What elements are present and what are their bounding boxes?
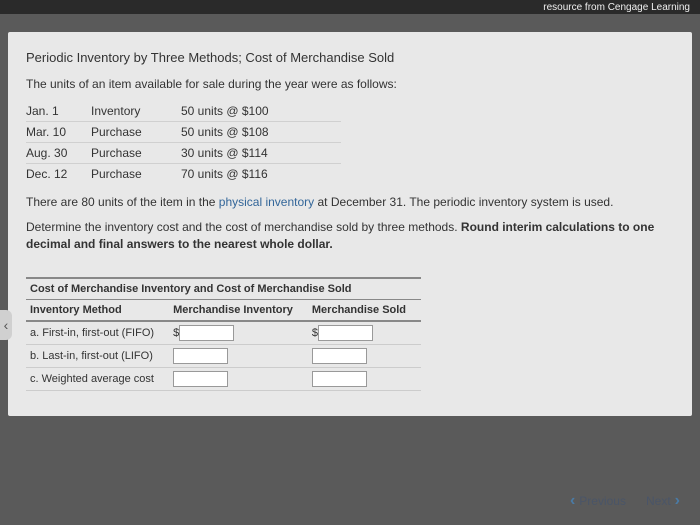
col-header-inventory: Merchandise Inventory — [169, 300, 308, 322]
cell-type: Purchase — [91, 143, 181, 164]
cell-detail: 50 units @ $108 — [181, 122, 341, 143]
cell-type: Purchase — [91, 164, 181, 185]
answer-table: Cost of Merchandise Inventory and Cost o… — [26, 277, 421, 391]
method-lifo: b. Last-in, first-out (LIFO) — [26, 345, 169, 368]
cell-date: Jan. 1 — [26, 101, 91, 122]
cell-type: Inventory — [91, 101, 181, 122]
page-title: Periodic Inventory by Three Methods; Cos… — [26, 50, 674, 65]
cell-detail: 30 units @ $114 — [181, 143, 341, 164]
cell-detail: 50 units @ $100 — [181, 101, 341, 122]
chevron-right-icon: › — [675, 492, 680, 510]
cell-detail: 70 units @ $116 — [181, 164, 341, 185]
cell-date: Dec. 12 — [26, 164, 91, 185]
weighted-inventory-input[interactable] — [173, 371, 228, 387]
method-weighted: c. Weighted average cost — [26, 368, 169, 391]
table-row: Dec. 12 Purchase 70 units @ $116 — [26, 164, 341, 185]
top-bar: resource from Cengage Learning — [0, 0, 700, 14]
chevron-left-icon: ‹ — [4, 317, 9, 333]
table-row: a. First-in, first-out (FIFO) $ $ — [26, 321, 421, 345]
table-row: Jan. 1 Inventory 50 units @ $100 — [26, 101, 341, 122]
bottom-nav: ‹ Previous Next › — [570, 492, 680, 510]
physical-inventory-link[interactable]: physical inventory — [219, 195, 314, 209]
cell-type: Purchase — [91, 122, 181, 143]
description-1: There are 80 units of the item in the ph… — [26, 194, 674, 211]
lifo-sold-input[interactable] — [312, 348, 367, 364]
description-2: Determine the inventory cost and the cos… — [26, 219, 674, 253]
expand-tab[interactable]: ‹ — [0, 310, 12, 340]
method-fifo: a. First-in, first-out (FIFO) — [26, 321, 169, 345]
lifo-inventory-input[interactable] — [173, 348, 228, 364]
table-row: b. Last-in, first-out (LIFO) — [26, 345, 421, 368]
table-row: Mar. 10 Purchase 50 units @ $108 — [26, 122, 341, 143]
answer-section: Cost of Merchandise Inventory and Cost o… — [26, 277, 674, 391]
inventory-data-table: Jan. 1 Inventory 50 units @ $100 Mar. 10… — [26, 101, 341, 184]
col-header-sold: Merchandise Sold — [308, 300, 421, 322]
chevron-left-icon: ‹ — [570, 492, 575, 510]
top-bar-text: resource from Cengage Learning — [543, 2, 690, 13]
intro-text: The units of an item available for sale … — [26, 77, 674, 91]
weighted-sold-input[interactable] — [312, 371, 367, 387]
cell-date: Mar. 10 — [26, 122, 91, 143]
section-header: Cost of Merchandise Inventory and Cost o… — [26, 278, 421, 300]
content-panel: Periodic Inventory by Three Methods; Cos… — [8, 32, 692, 416]
next-label: Next — [646, 494, 671, 508]
previous-button[interactable]: ‹ Previous — [570, 492, 626, 510]
next-button[interactable]: Next › — [646, 492, 680, 510]
col-header-method: Inventory Method — [26, 300, 169, 322]
fifo-inventory-input[interactable] — [179, 325, 234, 341]
table-row: Aug. 30 Purchase 30 units @ $114 — [26, 143, 341, 164]
cell-date: Aug. 30 — [26, 143, 91, 164]
previous-label: Previous — [579, 494, 626, 508]
fifo-sold-input[interactable] — [318, 325, 373, 341]
table-row: c. Weighted average cost — [26, 368, 421, 391]
